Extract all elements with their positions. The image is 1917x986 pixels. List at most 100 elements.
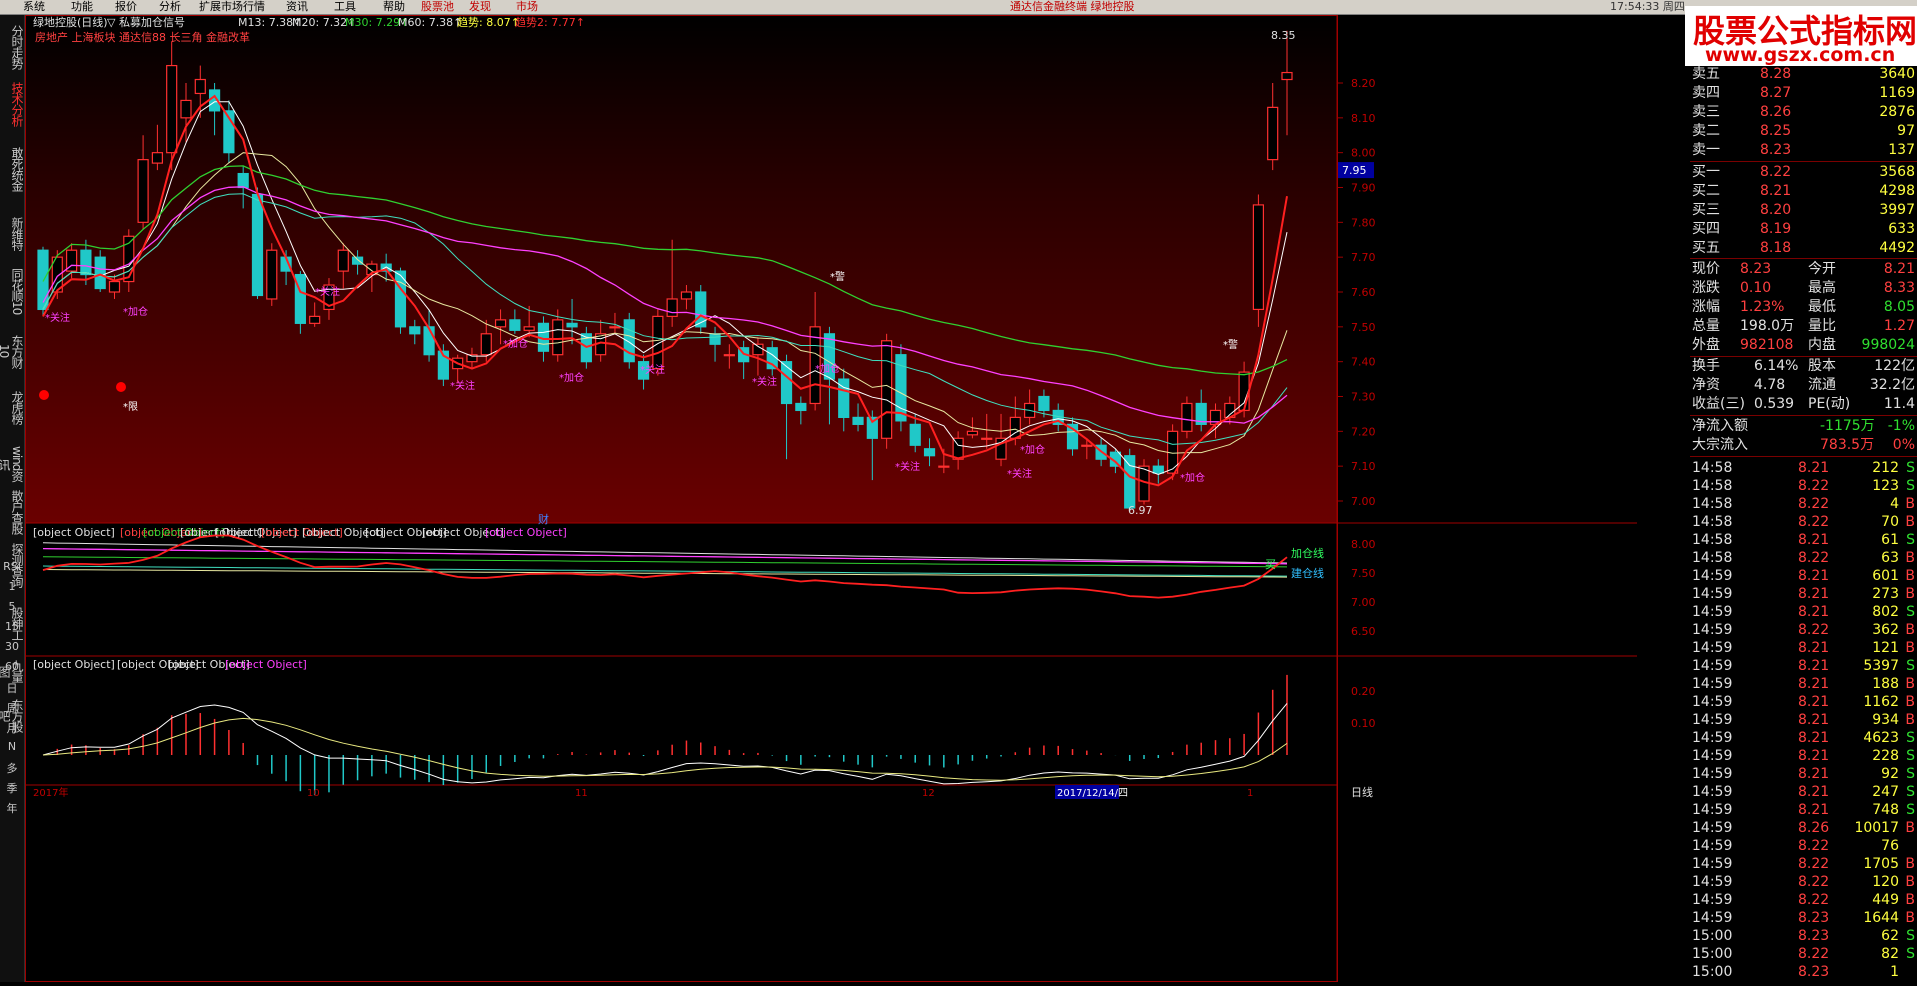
stat-label: 总量 [1692,318,1720,334]
low-price-label: 6.97 [1128,504,1153,517]
tick-row: 15:00 8.23 1 [1690,963,1917,981]
left-tab-1[interactable]: 技术分析 [1,77,24,131]
tick-row: 15:00 8.23 62 S [1690,927,1917,945]
tick-price: 8.21 [1798,730,1830,746]
period-button-10[interactable]: 多 [1,760,23,776]
tick-side: B [1905,820,1915,836]
tick-volume: 188 [1872,676,1899,692]
tick-price: 8.23 [1798,928,1830,944]
tick-side: B [1905,640,1915,656]
tick-price: 8.21 [1798,784,1830,800]
stat-value: 4.78 [1754,377,1786,393]
candle-up [1081,444,1093,447]
period-button-3[interactable]: 15 [1,620,23,633]
left-tab-2[interactable]: 敢死统金 [1,140,24,198]
candle-up [108,280,121,293]
kline-chart-area[interactable]: 8.20 8.10 8.00 7.90 7.80 7.70 7.60 7.50 7.40 7.30… [25,15,1637,982]
period-button-11[interactable]: 季 [1,780,23,796]
tick-volume: 70 [1881,514,1899,530]
tick-row: 14:59 8.22 120 B [1690,873,1917,891]
menu-item-0[interactable]: 系统 [20,0,48,14]
tick-side: S [1906,604,1915,620]
candle-up [137,159,149,223]
price-tick-label: 7.30 [1351,391,1376,404]
tick-row: 14:59 8.22 1705 B [1690,855,1917,873]
candle-up [337,249,349,272]
ma-legend: 趋势: 8.07↑ [457,16,520,29]
stat-label: 今开 [1808,261,1836,277]
tick-volume: 934 [1872,712,1899,728]
period-button-7[interactable]: 周 [1,700,23,716]
menu-item-9[interactable]: 发现 [466,0,494,14]
menu-item-4[interactable]: 扩展市场行情 [196,0,268,14]
signal-annotation: *关注 [895,460,920,473]
stat-value: 198.0万 [1740,318,1795,334]
tick-time: 14:59 [1692,730,1733,746]
period-button-0[interactable]: RSI [1,560,23,573]
stat-label: 涨幅 [1692,299,1720,315]
signal-annotation: *关注 [1007,467,1032,480]
stat-value: 8.23 [1740,261,1772,277]
period-button-2[interactable]: 5 [1,600,23,613]
finance-marker: 财 [538,512,549,526]
signal-annotation: *加仓 [815,362,840,375]
tick-side: B [1905,694,1915,710]
period-button-12[interactable]: 年 [1,800,23,816]
tick-volume: 273 [1872,586,1899,602]
candle-up [981,437,993,440]
left-tab-7[interactable]: wind资讯 [0,445,24,483]
tick-volume: 4 [1890,496,1899,512]
menu-item-5[interactable]: 资讯 [283,0,311,14]
tick-side: S [1906,802,1915,818]
tick-time: 14:58 [1692,496,1733,512]
left-tab-4[interactable]: 同花顺10 [1,265,24,317]
stat-label: 收益(三) [1692,396,1745,412]
left-tab-8[interactable]: 散户查股 [1,490,24,534]
ask-label: 卖一 [1692,142,1720,158]
bid-label: 买三 [1692,202,1720,218]
kline-svg[interactable]: 8.20 8.10 8.00 7.90 7.80 7.70 7.60 7.50 7.40 7.30… [25,15,1637,982]
stat-row: 涨幅 1.23% 最低 8.05 [1690,298,1917,316]
period-button-5[interactable]: 60 [1,660,23,673]
candle-up [666,298,678,317]
indicator-name: ▽ 私募加仓信号 [107,15,185,29]
menu-item-6[interactable]: 工具 [331,0,359,14]
period-button-6[interactable]: 日 [1,680,23,696]
menu-item-2[interactable]: 报价 [112,0,140,14]
tick-row: 14:58 8.22 123 S [1690,477,1917,495]
tick-time: 15:00 [1692,946,1733,962]
menu-item-7[interactable]: 帮助 [380,0,408,14]
stat-row: 换手 6.14% 股本 122亿 [1690,357,1917,375]
candle-down [566,322,578,328]
menu-item-10[interactable]: 市场 [513,0,541,14]
menu-item-3[interactable]: 分析 [156,0,184,14]
tick-volume: 247 [1872,784,1899,800]
tick-volume: 1705 [1863,856,1899,872]
period-button-8[interactable]: 月 [1,720,23,736]
tick-price: 8.26 [1798,820,1830,836]
tick-price: 8.22 [1798,622,1830,638]
tick-volume: 63 [1881,550,1899,566]
bid-row: 买五 8.18 4492 [1690,239,1917,257]
quote-panel: 卖五 8.28 3640 卖四 8.27 1169 卖三 8.26 2876 卖二 8.25 97 卖一… [1690,66,1917,982]
stat-label: 最高 [1808,280,1836,296]
left-tab-0[interactable]: 分时走势 [1,23,24,71]
left-tab-6[interactable]: 龙虎榜 [1,377,24,437]
x-axis-label: 10 [307,788,320,799]
candle-up [1281,71,1293,81]
left-tab-5[interactable]: 东方财10 [0,330,24,372]
price-tick-label: 7.80 [1351,216,1376,229]
period-button-9[interactable]: N [1,740,23,753]
tick-row: 14:59 8.21 748 S [1690,801,1917,819]
left-tab-3[interactable]: 新维特 [1,205,24,261]
menu-item-8[interactable]: 股票池 [418,0,457,14]
tick-time: 14:58 [1692,478,1733,494]
period-button-1[interactable]: 1 [1,580,23,593]
tick-row: 14:58 8.22 63 B [1690,549,1917,567]
candle-down [623,319,635,363]
period-button-4[interactable]: 30 [1,640,23,653]
flow-pct: -1% [1887,418,1915,434]
tick-price: 8.22 [1798,478,1830,494]
menu-item-1[interactable]: 功能 [68,0,96,14]
tick-side: B [1905,622,1915,638]
